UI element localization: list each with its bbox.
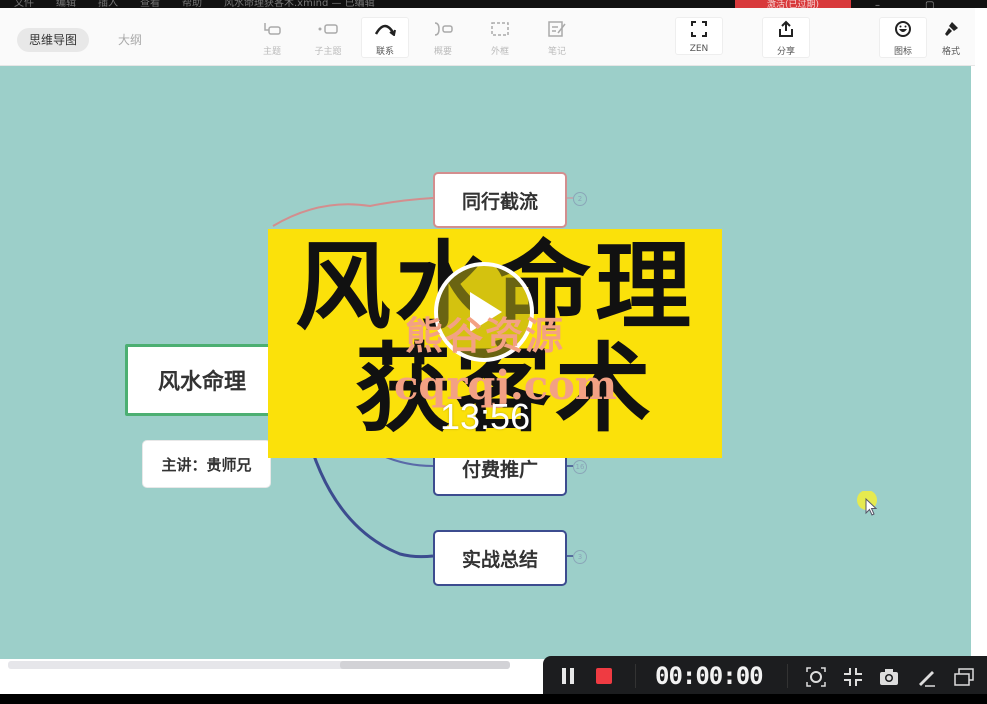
stop-record-button[interactable] [595, 656, 613, 696]
relationship-icon [362, 18, 408, 40]
camera-icon[interactable] [878, 666, 900, 688]
scrollbar-thumb[interactable] [340, 661, 510, 669]
screen-bottom-border [0, 694, 987, 704]
tab-outline[interactable]: 大纲 [106, 28, 154, 52]
pen-icon[interactable] [915, 666, 937, 688]
watermark-text: 熊谷资源 [405, 313, 566, 358]
toolbar: 思维导图 大纲 主题 子主题 联系 概要 外框 笔记 ZEN 分享 图标 格式 [0, 8, 975, 66]
collapse-count-badge[interactable]: 3 [573, 550, 587, 564]
collapse-count-badge[interactable]: 2 [573, 192, 587, 206]
window-icon[interactable] [953, 666, 975, 688]
connector-branch-1 [272, 197, 434, 227]
branch-topic[interactable]: 同行截流 [433, 172, 567, 228]
relationship-button[interactable]: 联系 [362, 18, 408, 57]
subtopic-icon [305, 18, 351, 40]
boundary-icon [477, 18, 523, 40]
share-icon [763, 18, 809, 40]
pause-icon [562, 668, 566, 684]
stop-icon [596, 668, 612, 684]
speaker-topic[interactable]: 主讲：贵师兄 [142, 440, 271, 488]
format-button[interactable]: 格式 [928, 18, 974, 57]
subtopic-button[interactable]: 子主题 [305, 18, 351, 57]
topic-button[interactable]: 主题 [249, 18, 295, 57]
zen-fullscreen-icon [676, 18, 722, 40]
recording-timer: 00:00:00 [655, 662, 764, 690]
icons-button[interactable]: 图标 [880, 18, 926, 57]
format-brush-icon [928, 18, 974, 40]
divider [787, 664, 788, 688]
right-edge [971, 66, 987, 694]
note-icon [534, 18, 580, 40]
pause-icon-bar [570, 668, 574, 684]
screenshot-region-icon[interactable] [805, 666, 827, 688]
video-duration: 13:56 [440, 396, 531, 437]
topic-icon [249, 18, 295, 40]
screen-recorder-bar: 00:00:00 [543, 656, 987, 696]
boundary-button[interactable]: 外框 [477, 18, 523, 57]
share-button[interactable]: 分享 [763, 18, 809, 57]
tab-mindmap[interactable]: 思维导图 [17, 28, 90, 52]
note-button[interactable]: 笔记 [534, 18, 580, 57]
pause-button[interactable] [559, 656, 577, 696]
divider [635, 664, 636, 688]
branch-topic[interactable]: 实战总结 [433, 530, 567, 586]
mouse-cursor-icon [857, 490, 881, 523]
central-topic[interactable]: 风水命理 [125, 344, 279, 416]
collapse-count-badge[interactable]: 16 [573, 460, 587, 474]
xmind-app-window: 文件 编辑 插入 查看 帮助 风水命理获客术.xmind — 已编辑 激活(已过… [0, 0, 987, 704]
summary-button[interactable]: 概要 [420, 18, 466, 57]
summary-icon [420, 18, 466, 40]
shrink-icon[interactable] [842, 666, 864, 688]
zen-button[interactable]: ZEN [676, 18, 722, 54]
emoji-icon [880, 18, 926, 40]
